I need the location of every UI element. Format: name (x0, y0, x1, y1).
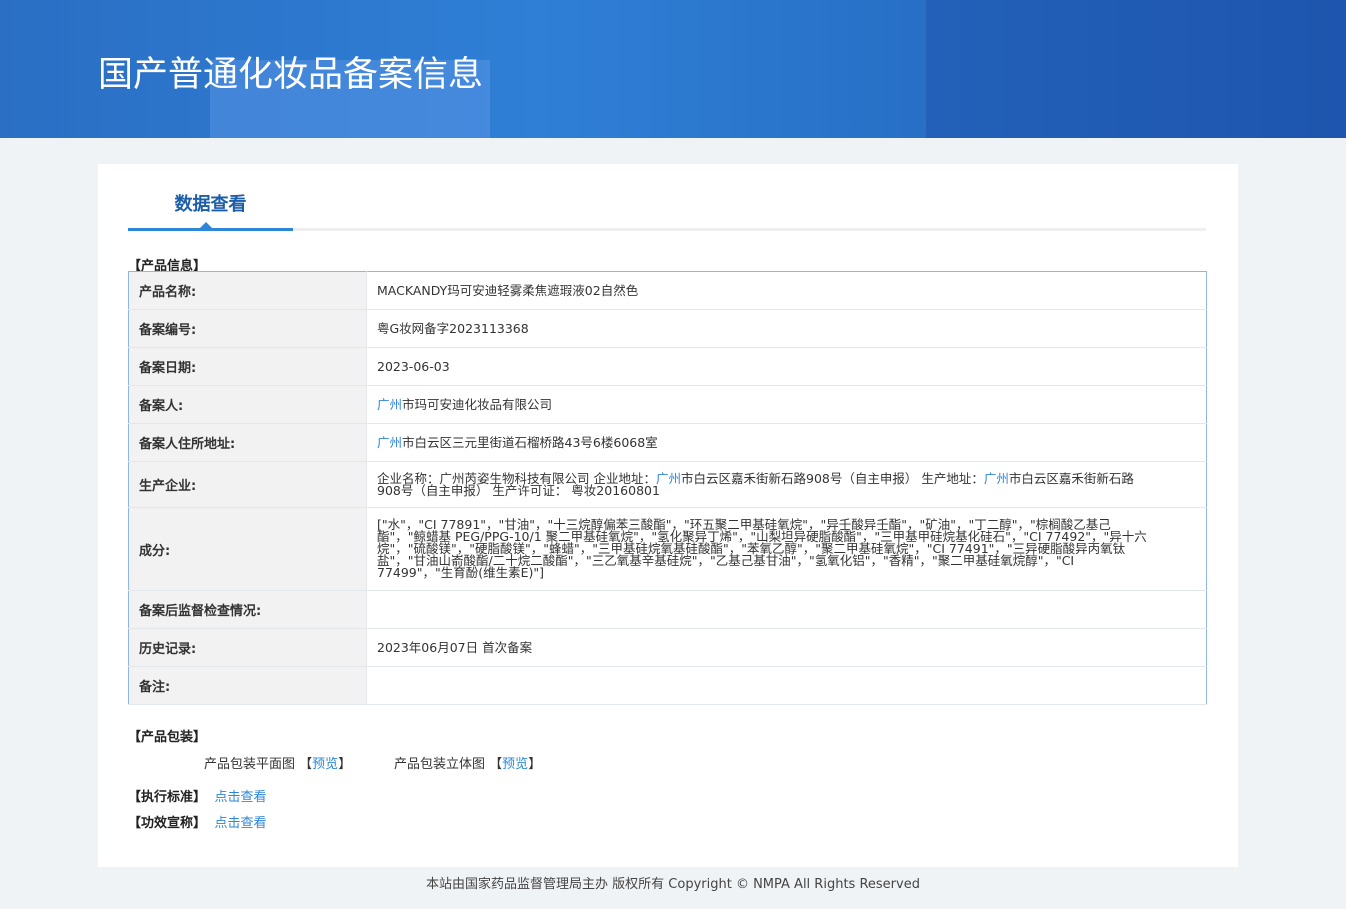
row-label: 历史记录: (128, 628, 367, 667)
section-efficacy: 【功效宣称】 点击查看 (128, 812, 267, 831)
row-value: MACKANDY玛可安迪轻雾柔焦遮瑕液02自然色 (366, 271, 1207, 310)
footer: 本站由国家药品监督管理局主办 版权所有 Copyright © NMPA All… (426, 877, 920, 892)
table-row: 备案人住所地址: 广州市白云区三元里街道石榴桥路43号6楼6068室 (128, 423, 1207, 462)
content-card: 数据查看 【产品信息】 产品名称: MACKANDY玛可安迪轻雾柔焦遮瑕液02自然… (98, 164, 1238, 867)
table-row: 备注: (128, 666, 1207, 705)
tab-data-view[interactable]: 数据查看 (128, 164, 293, 231)
region-highlight: 广州 (377, 396, 403, 412)
section-standard: 【执行标准】 点击查看 (128, 786, 267, 805)
row-label: 产品名称: (128, 271, 367, 310)
table-row: 备案日期: 2023-06-03 (128, 347, 1207, 386)
bracket: 】 (338, 757, 352, 772)
bracket: 【 (489, 757, 503, 772)
bracket: 【 (299, 757, 313, 772)
standard-view-link[interactable]: 点击查看 (215, 790, 267, 805)
row-value (366, 666, 1207, 705)
table-row: 备案编号: 粤G妆网备字2023113368 (128, 309, 1207, 348)
package-flat-label: 产品包装平面图 (204, 757, 296, 772)
region-highlight: 广州 (983, 470, 1009, 486)
row-label: 备案日期: (128, 347, 367, 386)
table-row: 备案后监督检查情况: (128, 590, 1207, 629)
row-value (366, 590, 1207, 629)
section-packaging: 【产品包装】 (128, 730, 207, 745)
package-3d: 产品包装立体图 【预览】 (394, 753, 541, 772)
table-row: 产品名称: MACKANDY玛可安迪轻雾柔焦遮瑕液02自然色 (128, 271, 1207, 310)
row-label: 成分: (128, 507, 367, 591)
preview-flat-link[interactable]: 预览 (312, 757, 338, 772)
preview-3d-link[interactable]: 预览 (502, 757, 528, 772)
row-label: 生产企业: (128, 461, 367, 508)
table-row: 历史记录: 2023年06月07日 首次备案 (128, 628, 1207, 667)
product-info-table: 产品名称: MACKANDY玛可安迪轻雾柔焦遮瑕液02自然色 备案编号: 粤G妆网备… (128, 271, 1207, 705)
row-value: 广州市白云区三元里街道石榴桥路43号6楼6068室 (366, 423, 1207, 462)
value-text: 市白云区嘉禾街新石路908号（自主申报） 生产地址： (681, 470, 984, 486)
region-highlight: 广州 (377, 434, 403, 450)
efficacy-view-link[interactable]: 点击查看 (215, 816, 267, 831)
row-value: ["水"，"CI 77891"，"甘油"，"十三烷醇偏苯三酸酯"，"环五聚二甲基… (366, 507, 1207, 591)
row-label: 备案人住所地址: (128, 423, 367, 462)
row-value: 粤G妆网备字2023113368 (366, 309, 1207, 348)
tab-bar: 数据查看 (128, 164, 1206, 231)
efficacy-label: 【功效宣称】 (128, 816, 207, 831)
table-row: 成分: ["水"，"CI 77891"，"甘油"，"十三烷醇偏苯三酸酯"，"环五聚… (128, 507, 1207, 591)
row-value: 2023年06月07日 首次备案 (366, 628, 1207, 667)
row-label: 备案编号: (128, 309, 367, 348)
row-value: 2023-06-03 (366, 347, 1207, 386)
table-row: 生产企业: 企业名称：广州芮姿生物科技有限公司 企业地址：广州市白云区嘉禾街新石路… (128, 461, 1207, 508)
row-value: 企业名称：广州芮姿生物科技有限公司 企业地址：广州市白云区嘉禾街新石路908号（… (366, 461, 1207, 508)
value-text: 市玛可安迪化妆品有限公司 (402, 396, 553, 412)
header-banner: 国产普通化妆品备案信息 (0, 0, 1346, 138)
row-value: 广州市玛可安迪化妆品有限公司 (366, 385, 1207, 424)
bracket: 】 (528, 757, 542, 772)
table-row: 备案人: 广州市玛可安迪化妆品有限公司 (128, 385, 1207, 424)
page-title: 国产普通化妆品备案信息 (98, 55, 484, 95)
value-text: 市白云区三元里街道石榴桥路43号6楼6068室 (402, 434, 658, 450)
package-flat: 产品包装平面图 【预览】 (204, 753, 351, 772)
package-3d-label: 产品包装立体图 (394, 757, 486, 772)
row-label: 备案后监督检查情况: (128, 590, 367, 629)
row-label: 备注: (128, 666, 367, 705)
standard-label: 【执行标准】 (128, 790, 207, 805)
row-label: 备案人: (128, 385, 367, 424)
